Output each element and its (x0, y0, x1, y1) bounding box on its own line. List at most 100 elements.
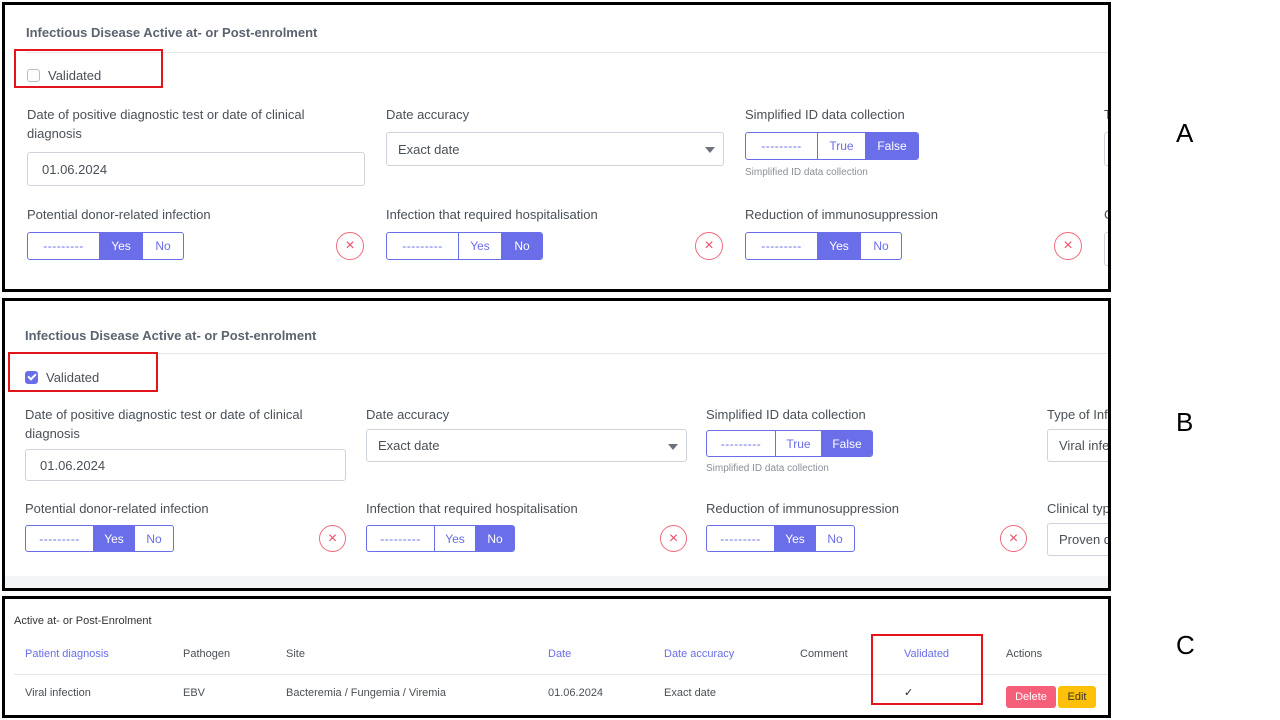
section-title: Infectious Disease Active at- or Post-en… (25, 328, 317, 343)
validated-checkbox-row[interactable]: Validated (25, 370, 99, 385)
validated-checkbox-row[interactable]: Validated (27, 68, 101, 83)
toggle-yes[interactable]: Yes (775, 526, 816, 551)
divider (26, 52, 1108, 53)
simplified-label: Simplified ID data collection (706, 407, 866, 422)
edit-button[interactable]: Edit (1058, 686, 1096, 708)
panel-c: Active at- or Post-Enrolment Patient dia… (2, 596, 1111, 718)
toggle-blank[interactable]: --------- (707, 431, 776, 456)
toggle-yes[interactable]: Yes (100, 233, 143, 259)
toggle-yes[interactable]: Yes (459, 233, 502, 259)
table-title: Active at- or Post-Enrolment (14, 615, 152, 627)
toggle-false[interactable]: False (822, 431, 872, 456)
toggle-true[interactable]: True (818, 133, 866, 159)
divider (25, 353, 1108, 354)
donor-toggle[interactable]: --------- Yes No (25, 525, 174, 552)
diag-date-input[interactable]: 01.06.2024 (27, 152, 365, 186)
toggle-yes[interactable]: Yes (435, 526, 476, 551)
diag-date-input[interactable]: 01.06.2024 (25, 449, 346, 481)
date-accuracy-value: Exact date (378, 438, 440, 453)
immuno-toggle[interactable]: --------- Yes No (706, 525, 855, 552)
cell-date: 01.06.2024 (548, 687, 604, 699)
hosp-label: Infection that required hospitalisation (386, 207, 598, 222)
toggle-false[interactable]: False (866, 133, 918, 159)
type-label-cut: T (1104, 105, 1108, 124)
toggle-no[interactable]: No (135, 526, 173, 551)
highlight-box (871, 634, 983, 705)
date-accuracy-select[interactable]: Exact date (366, 429, 687, 462)
toggle-blank[interactable]: --------- (28, 233, 100, 259)
clear-icon[interactable]: × (660, 525, 687, 552)
type-select-cut[interactable] (1104, 132, 1108, 166)
date-accuracy-label: Date accuracy (366, 407, 450, 422)
toggle-blank[interactable]: --------- (26, 526, 94, 551)
toggle-no[interactable]: No (816, 526, 854, 551)
clinical-value: Proven di (1059, 532, 1111, 547)
type-select[interactable]: Viral infec (1047, 429, 1111, 462)
col-header-date[interactable]: Date (548, 648, 571, 660)
toggle-no[interactable]: No (502, 233, 542, 259)
simplified-label: Simplified ID data collection (745, 107, 905, 122)
cell-site: Bacteremia / Fungemia / Viremia (286, 687, 446, 699)
toggle-yes[interactable]: Yes (94, 526, 135, 551)
toggle-no[interactable]: No (143, 233, 183, 259)
panel-b: Infectious Disease Active at- or Post-en… (2, 298, 1111, 591)
validated-checkbox[interactable] (25, 371, 38, 384)
toggle-no[interactable]: No (861, 233, 901, 259)
toggle-no[interactable]: No (476, 526, 514, 551)
col-header-diagnosis[interactable]: Patient diagnosis (25, 648, 109, 660)
toggle-blank[interactable]: --------- (367, 526, 435, 551)
cell-diagnosis: Viral infection (25, 687, 91, 699)
date-accuracy-select[interactable]: Exact date (386, 132, 724, 166)
section-title: Infectious Disease Active at- or Post-en… (26, 25, 318, 40)
donor-label: Potential donor-related infection (27, 207, 211, 222)
date-accuracy-label: Date accuracy (386, 107, 470, 122)
simplified-toggle[interactable]: --------- True False (706, 430, 873, 457)
clinical-select-cut[interactable] (1104, 232, 1108, 266)
type-value: Viral infec (1059, 438, 1111, 453)
clinical-label-cut: C (1104, 205, 1108, 224)
col-header-date-accuracy[interactable]: Date accuracy (664, 648, 734, 660)
toggle-true[interactable]: True (776, 431, 822, 456)
immuno-label: Reduction of immunosuppression (745, 207, 938, 222)
donor-toggle[interactable]: --------- Yes No (27, 232, 184, 260)
chevron-down-icon (668, 443, 678, 450)
col-header-pathogen: Pathogen (183, 648, 231, 660)
clear-icon[interactable]: × (1054, 232, 1082, 260)
clear-icon[interactable]: × (1000, 525, 1027, 552)
delete-button[interactable]: Delete (1006, 686, 1056, 708)
donor-label: Potential donor-related infection (25, 501, 209, 516)
panel-letter-a: A (1176, 118, 1194, 148)
toggle-blank[interactable]: --------- (746, 133, 818, 159)
diag-date-label: Date of positive diagnostic test or date… (27, 107, 305, 141)
panel-letter-c: C (1176, 630, 1195, 660)
toggle-blank[interactable]: --------- (707, 526, 775, 551)
col-header-site: Site (286, 648, 305, 660)
clear-icon[interactable]: × (695, 232, 723, 260)
toggle-blank[interactable]: --------- (746, 233, 818, 259)
validated-checkbox[interactable] (27, 69, 40, 82)
immuno-toggle[interactable]: --------- Yes No (745, 232, 902, 260)
panel-footer (5, 576, 1108, 588)
col-header-comment: Comment (800, 648, 848, 660)
validated-label: Validated (48, 68, 102, 83)
date-accuracy-value: Exact date (398, 141, 460, 157)
type-label: Type of Infe (1047, 407, 1111, 422)
simplified-toggle[interactable]: --------- True False (745, 132, 919, 160)
clinical-select[interactable]: Proven di (1047, 523, 1111, 556)
toggle-blank[interactable]: --------- (387, 233, 459, 259)
cell-accuracy: Exact date (664, 687, 716, 699)
panel-a: Infectious Disease Active at- or Post-en… (2, 2, 1111, 292)
simplified-help: Simplified ID data collection (706, 463, 829, 474)
hosp-label: Infection that required hospitalisation (366, 501, 578, 516)
validated-label: Validated (46, 370, 100, 385)
hosp-toggle[interactable]: --------- Yes No (366, 525, 515, 552)
hosp-toggle[interactable]: --------- Yes No (386, 232, 543, 260)
toggle-yes[interactable]: Yes (818, 233, 861, 259)
diag-date-label: Date of positive diagnostic test or date… (25, 407, 303, 441)
clinical-label: Clinical type (1047, 501, 1111, 516)
chevron-down-icon (705, 147, 715, 153)
clear-icon[interactable]: × (336, 232, 364, 260)
clear-icon[interactable]: × (319, 525, 346, 552)
cell-pathogen: EBV (183, 687, 206, 699)
col-header-actions: Actions (1006, 648, 1043, 660)
